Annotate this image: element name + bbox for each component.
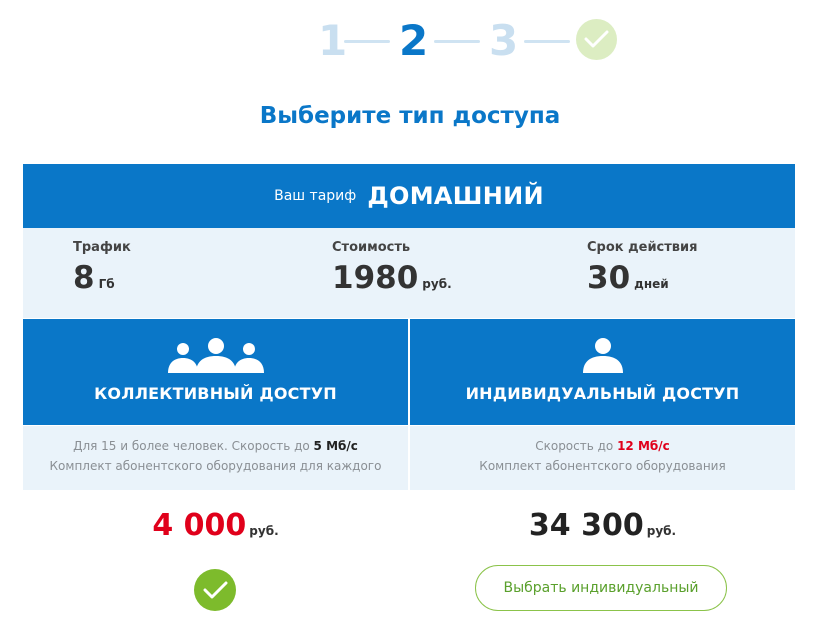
collective-price-unit: руб.	[249, 524, 279, 538]
step-2-current: 2	[399, 16, 429, 65]
selected-check-icon	[194, 569, 236, 611]
step-complete-check-icon	[576, 19, 617, 60]
individual-price-value: 34 300	[528, 508, 644, 543]
step-connector	[524, 40, 570, 43]
individual-price: 34 300 руб.	[410, 508, 795, 543]
page-title: Выберите тип доступа	[259, 103, 561, 129]
individual-desc-equipment: Комплект абонентского оборудования	[479, 459, 726, 473]
progress-stepper: 1 2 3	[0, 18, 820, 68]
group-icon	[23, 337, 408, 373]
cost-unit: руб.	[422, 277, 452, 291]
collective-access-title: КОЛЛЕКТИВНЫЙ ДОСТУП	[94, 384, 337, 403]
person-icon	[410, 337, 795, 373]
cost-value: 1980	[332, 260, 419, 296]
step-3: 3	[489, 16, 519, 65]
collective-speed: 5 Мб/с	[313, 439, 358, 453]
cost-caption: Стоимость	[332, 240, 411, 255]
tariff-info: Трафик 8 Гб Стоимость 1980 руб. Срок дейст…	[23, 228, 795, 318]
individual-access-description: Скорость до 12 Мб/с Комплект абонентског…	[410, 426, 795, 490]
individual-desc-text: Скорость до	[535, 439, 618, 453]
validity-unit: дней	[634, 277, 669, 291]
collective-price: 4 000 руб.	[23, 508, 408, 543]
collective-access-description: Для 15 и более человек. Скорость до 5 Мб…	[23, 426, 408, 490]
collective-desc-text: Для 15 и более человек. Скорость до	[73, 439, 314, 453]
step-connector	[434, 40, 480, 43]
traffic-caption: Трафик	[73, 240, 131, 255]
traffic-info: Трафик 8 Гб	[73, 240, 131, 303]
step-1: 1	[318, 16, 348, 65]
step-connector	[344, 40, 390, 43]
collective-price-value: 4 000	[152, 508, 247, 543]
tariff-name: ДОМАШНИЙ	[367, 182, 544, 210]
individual-access-header[interactable]: ИНДИВИДУАЛЬНЫЙ ДОСТУП	[410, 319, 795, 425]
tariff-label: Ваш тариф	[274, 188, 357, 204]
traffic-unit: Гб	[98, 277, 115, 291]
validity-caption: Срок действия	[587, 240, 698, 255]
tariff-header: Ваш тариф ДОМАШНИЙ	[23, 164, 795, 228]
validity-info: Срок действия 30 дней	[587, 240, 697, 303]
traffic-value: 8	[73, 260, 95, 296]
validity-value: 30	[587, 260, 631, 296]
individual-speed: 12 Мб/с	[617, 439, 670, 453]
individual-price-unit: руб.	[646, 524, 677, 538]
collective-desc-equipment: Комплект абонентского оборудования для к…	[49, 459, 382, 473]
collective-access-header[interactable]: КОЛЛЕКТИВНЫЙ ДОСТУП	[23, 319, 408, 425]
individual-access-title: ИНДИВИДУАЛЬНЫЙ ДОСТУП	[465, 384, 740, 403]
select-individual-button[interactable]: Выбрать индивидуальный	[475, 565, 727, 611]
cost-info: Стоимость 1980 руб.	[332, 240, 452, 303]
